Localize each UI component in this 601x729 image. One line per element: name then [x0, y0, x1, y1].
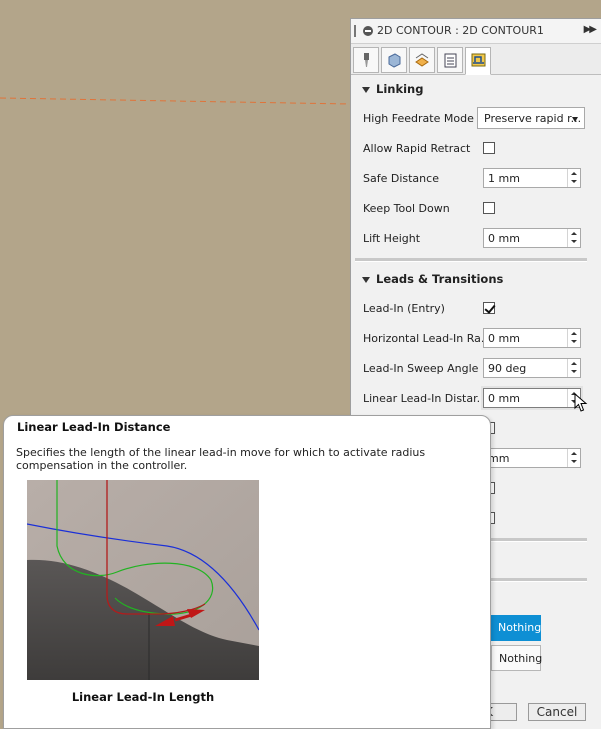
- spinner-icon[interactable]: [567, 449, 580, 467]
- sweep-angle-value: 90 deg: [488, 362, 527, 375]
- hidden-distance-field[interactable]: mm: [483, 448, 581, 468]
- lead-in-checkbox[interactable]: [483, 302, 495, 314]
- sweep-angle-field[interactable]: 90 deg: [483, 358, 581, 378]
- tooltip-title: Linear Lead-In Distance: [17, 420, 171, 434]
- selection-active-label: Nothing: [498, 621, 542, 634]
- horizontal-lead-in-value: 0 mm: [488, 332, 520, 345]
- selection-label: Nothing: [499, 652, 543, 665]
- horizontal-lead-in-field[interactable]: 0 mm: [483, 328, 581, 348]
- collapse-triangle-icon: [362, 276, 370, 283]
- tooltip-image-caption: Linear Lead-In Length: [71, 690, 215, 704]
- tab-geometry[interactable]: [381, 47, 407, 73]
- spinner-icon[interactable]: [567, 359, 580, 377]
- horizontal-lead-in-label: Horizontal Lead-In Ra...: [363, 332, 492, 345]
- selection-button-active[interactable]: Nothing: [491, 615, 541, 641]
- expand-icon[interactable]: ▶▶: [584, 24, 597, 35]
- linear-lead-in-value: 0 mm: [488, 392, 520, 405]
- allow-rapid-retract-checkbox[interactable]: [483, 142, 495, 154]
- lift-height-value: 0 mm: [488, 232, 520, 245]
- collapse-icon[interactable]: [363, 26, 373, 36]
- tab-heights[interactable]: [409, 47, 435, 73]
- section-leads[interactable]: Leads & Transitions: [362, 272, 503, 286]
- tab-linking[interactable]: [465, 47, 491, 75]
- safe-distance-value: 1 mm: [488, 172, 520, 185]
- tooltip-description: Specifies the length of the linear lead-…: [16, 446, 426, 472]
- cancel-button[interactable]: Cancel: [528, 703, 586, 721]
- section-linking-title: Linking: [376, 82, 424, 96]
- section-linking[interactable]: Linking: [362, 82, 423, 96]
- linking-icon: [471, 53, 486, 67]
- spinner-icon[interactable]: [567, 229, 580, 247]
- linear-lead-in-field[interactable]: 0 mm: [483, 388, 581, 408]
- lift-height-field[interactable]: 0 mm: [483, 228, 581, 248]
- lead-in-label: Lead-In (Entry): [363, 302, 445, 315]
- panel-title: 2D CONTOUR : 2D CONTOUR1: [377, 24, 544, 37]
- hidden-distance-value: mm: [488, 452, 510, 465]
- cancel-label: Cancel: [536, 705, 578, 719]
- safe-distance-label: Safe Distance: [363, 172, 439, 185]
- collapse-triangle-icon: [362, 86, 370, 93]
- geometry-icon: [388, 53, 401, 68]
- keep-tool-down-checkbox[interactable]: [483, 202, 495, 214]
- toolpath-dashed-line: [0, 97, 351, 105]
- lift-height-label: Lift Height: [363, 232, 421, 245]
- panel-tabs: [351, 44, 601, 75]
- lead-in-illustration: [27, 480, 259, 680]
- chevron-down-icon: [572, 117, 578, 122]
- tool-icon: [364, 53, 369, 67]
- keep-tool-down-label: Keep Tool Down: [363, 202, 450, 215]
- spinner-icon[interactable]: [567, 169, 580, 187]
- mouse-cursor-icon: [574, 393, 588, 412]
- section-leads-title: Leads & Transitions: [376, 272, 504, 286]
- passes-icon: [444, 53, 457, 68]
- high-feedrate-dropdown[interactable]: Preserve rapid r...: [477, 107, 585, 129]
- safe-distance-field[interactable]: 1 mm: [483, 168, 581, 188]
- divider: [355, 258, 587, 262]
- linear-lead-in-label: Linear Lead-In Distar...: [363, 392, 488, 405]
- help-tooltip: Linear Lead-In Distance Specifies the le…: [3, 415, 491, 729]
- heights-icon: [415, 53, 429, 67]
- tab-passes[interactable]: [437, 47, 463, 73]
- tab-tool[interactable]: [353, 47, 379, 73]
- high-feedrate-value: Preserve rapid r...: [484, 112, 582, 125]
- spinner-icon[interactable]: [567, 329, 580, 347]
- selection-button[interactable]: Nothing: [491, 645, 543, 671]
- drag-grip-icon[interactable]: [354, 25, 356, 37]
- allow-rapid-retract-label: Allow Rapid Retract: [363, 142, 471, 155]
- panel-titlebar: 2D CONTOUR : 2D CONTOUR1 ▶▶: [351, 19, 601, 44]
- high-feedrate-label: High Feedrate Mode: [363, 112, 474, 125]
- sweep-angle-label: Lead-In Sweep Angle: [363, 362, 479, 375]
